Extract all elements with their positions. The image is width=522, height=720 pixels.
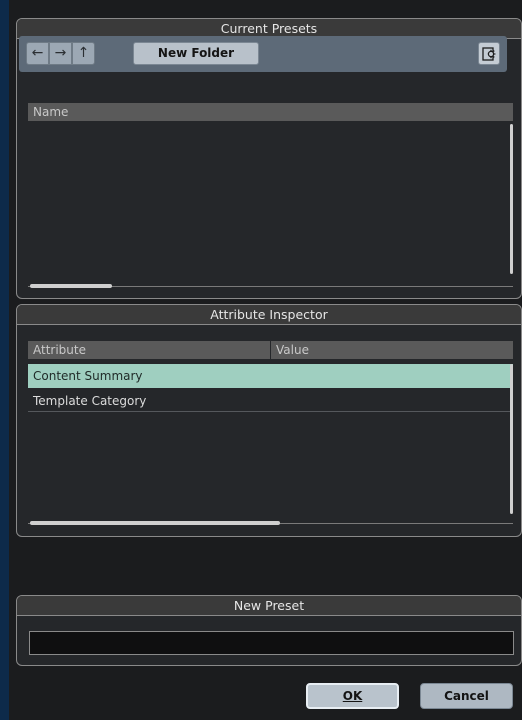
presets-toolbar: ← → ↑ New Folder xyxy=(19,36,507,72)
value-column-header[interactable]: Value xyxy=(271,341,513,359)
arrow-right-icon: → xyxy=(54,45,67,61)
new-preset-title: New Preset xyxy=(17,596,521,616)
arrow-left-icon: ← xyxy=(31,45,44,61)
inspector-horizontal-scrollbar[interactable] xyxy=(30,521,280,525)
attribute-inspector-title: Attribute Inspector xyxy=(17,305,521,325)
row-divider xyxy=(28,411,513,412)
arrow-up-icon: ↑ xyxy=(77,45,90,61)
up-button[interactable]: ↑ xyxy=(72,42,95,65)
preset-dialog: Current Presets ← → ↑ New Folder Name At… xyxy=(9,0,522,720)
back-button[interactable]: ← xyxy=(26,42,49,65)
attribute-inspector-panel: Attribute Inspector xyxy=(16,304,522,537)
new-preset-name-input[interactable] xyxy=(29,631,514,655)
presets-horizontal-scrollbar[interactable] xyxy=(30,284,112,288)
forward-button[interactable]: → xyxy=(49,42,72,65)
attribute-name: Template Category xyxy=(33,394,147,408)
settings-button[interactable] xyxy=(478,42,500,65)
cancel-label: Cancel xyxy=(444,689,489,703)
attribute-row-content-summary[interactable]: Content Summary xyxy=(28,364,513,388)
cancel-button[interactable]: Cancel xyxy=(420,683,513,709)
settings-icon xyxy=(482,46,496,61)
ok-label: OK xyxy=(342,689,363,703)
new-folder-button[interactable]: New Folder xyxy=(133,42,259,65)
inspector-vertical-scrollbar[interactable] xyxy=(510,364,513,514)
ok-button[interactable]: OK xyxy=(306,683,399,709)
attribute-name: Content Summary xyxy=(33,369,143,383)
presets-vertical-scrollbar[interactable] xyxy=(510,124,513,274)
attribute-column-header[interactable]: Attribute xyxy=(28,341,270,359)
background-window-edge xyxy=(0,0,9,720)
attribute-row-template-category[interactable]: Template Category xyxy=(28,389,513,413)
name-column-header[interactable]: Name xyxy=(28,103,513,121)
